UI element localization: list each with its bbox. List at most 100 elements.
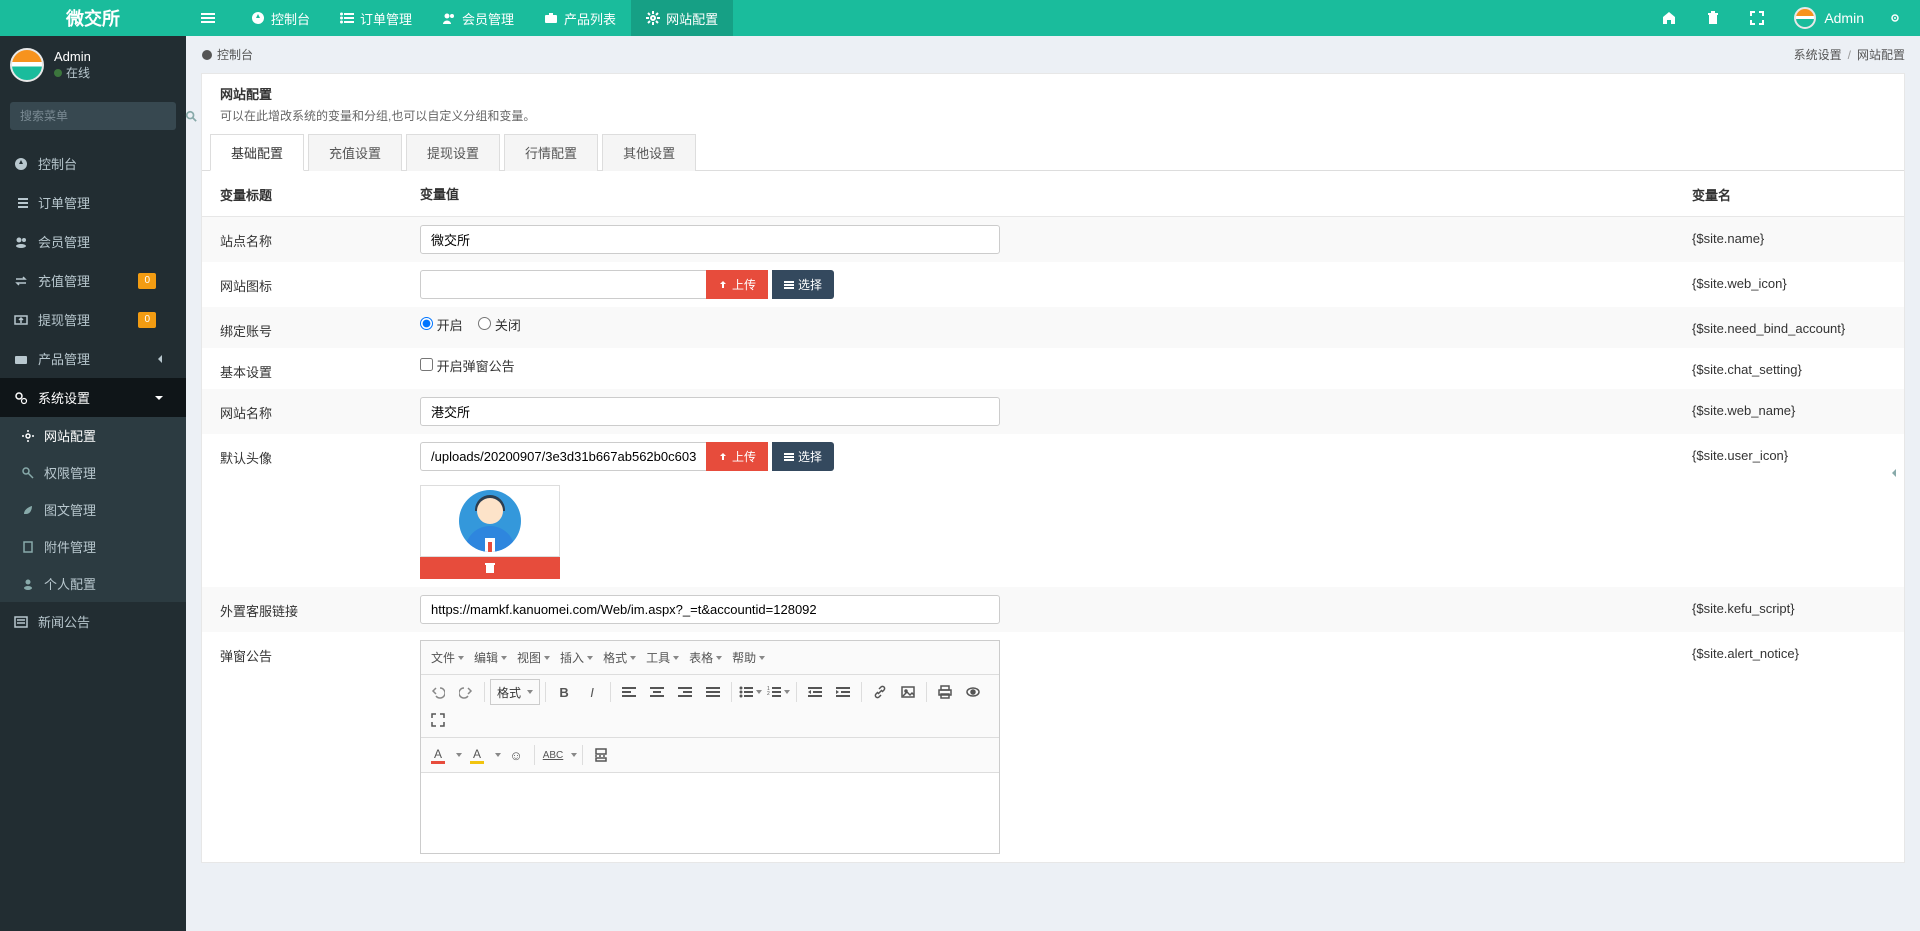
- nav-settings[interactable]: [1876, 0, 1920, 36]
- radio-on[interactable]: [420, 317, 433, 330]
- checkbox-popup[interactable]: [420, 358, 433, 371]
- breadcrumb-home[interactable]: 控制台: [217, 46, 253, 63]
- user-icon-input[interactable]: [420, 442, 706, 471]
- sidebar-item-orders[interactable]: 订单管理: [0, 183, 186, 222]
- sidebar-item-dashboard[interactable]: 控制台: [0, 144, 186, 183]
- emoji-button[interactable]: ☺: [503, 742, 529, 768]
- radio-off[interactable]: [478, 317, 491, 330]
- align-left-button[interactable]: [616, 679, 642, 705]
- editor-menu-edit[interactable]: 编辑: [470, 645, 511, 670]
- outdent-button[interactable]: [802, 679, 828, 705]
- tab-recharge[interactable]: 充值设置: [308, 134, 402, 171]
- radio-on-label[interactable]: 开启: [420, 318, 463, 333]
- bold-button[interactable]: B: [551, 679, 577, 705]
- sidebar-search: [10, 102, 176, 130]
- number-list-button[interactable]: 12: [765, 679, 791, 705]
- panel-desc: 可以在此增改系统的变量和分组,也可以自定义分组和变量。: [220, 107, 1886, 124]
- upload-button[interactable]: 上传: [706, 270, 768, 299]
- editor-menu-insert[interactable]: 插入: [556, 645, 597, 670]
- editor-menu-view[interactable]: 视图: [513, 645, 554, 670]
- config-var: {$site.alert_notice}: [1674, 632, 1904, 862]
- config-label: 基本设置: [202, 348, 402, 389]
- bullet-list-button[interactable]: [737, 679, 763, 705]
- dashboard-icon: [14, 157, 28, 171]
- spellcheck-button[interactable]: ABC: [540, 742, 566, 768]
- indent-button[interactable]: [830, 679, 856, 705]
- redo-button[interactable]: [453, 679, 479, 705]
- choose-button[interactable]: 选择: [772, 442, 834, 471]
- nav-members[interactable]: 会员管理: [427, 0, 529, 36]
- sidebar-toggle[interactable]: [186, 0, 236, 36]
- tab-basic[interactable]: 基础配置: [210, 134, 304, 171]
- undo-button[interactable]: [425, 679, 451, 705]
- row-kefu: 外置客服链接 {$site.kefu_script}: [202, 587, 1904, 632]
- config-label: 绑定账号: [202, 307, 402, 348]
- editor-body[interactable]: [421, 773, 999, 853]
- format-select[interactable]: 格式: [490, 679, 540, 705]
- italic-button[interactable]: I: [579, 679, 605, 705]
- image-button[interactable]: [895, 679, 921, 705]
- link-button[interactable]: [867, 679, 893, 705]
- site-name-input[interactable]: [420, 225, 1000, 254]
- nav-fullscreen[interactable]: [1738, 0, 1782, 36]
- fullscreen-button[interactable]: [425, 707, 451, 733]
- sidebar-sub-permission[interactable]: 权限管理: [0, 454, 186, 491]
- preview-button[interactable]: [960, 679, 986, 705]
- expand-icon: [1750, 11, 1764, 25]
- nav-home[interactable]: [1650, 0, 1694, 36]
- tab-withdraw[interactable]: 提现设置: [406, 134, 500, 171]
- brand-logo[interactable]: 微交所: [0, 0, 186, 36]
- avatar-icon: [1794, 7, 1816, 29]
- checkbox-popup-label[interactable]: 开启弹窗公告: [420, 359, 515, 374]
- caret-down-icon: [458, 656, 464, 660]
- delete-avatar-button[interactable]: [420, 557, 560, 579]
- sidebar-sub-siteconfig[interactable]: 网站配置: [0, 417, 186, 454]
- pagebreak-button[interactable]: [588, 742, 614, 768]
- content-area: 控制台 系统设置 / 网站配置 网站配置 可以在此增改系统的变量和分组,也可以自…: [186, 36, 1920, 931]
- bg-color-button[interactable]: A: [464, 742, 490, 768]
- sidebar-sub-profile[interactable]: 个人配置: [0, 565, 186, 602]
- avatar-preview: [420, 485, 560, 557]
- search-input[interactable]: [10, 102, 185, 130]
- editor-menu-file[interactable]: 文件: [427, 645, 468, 670]
- editor-menu-tools[interactable]: 工具: [642, 645, 683, 670]
- nav-user[interactable]: Admin: [1782, 0, 1876, 36]
- tab-other[interactable]: 其他设置: [602, 134, 696, 171]
- nav-orders[interactable]: 订单管理: [325, 0, 427, 36]
- breadcrumb-link[interactable]: 系统设置: [1794, 46, 1842, 63]
- upload-button[interactable]: 上传: [706, 442, 768, 471]
- nav-trash[interactable]: [1694, 0, 1738, 36]
- print-button[interactable]: [932, 679, 958, 705]
- sidebar-item-system[interactable]: 系统设置: [0, 378, 186, 417]
- web-icon-input[interactable]: [420, 270, 706, 299]
- kefu-input[interactable]: [420, 595, 1000, 624]
- row-chat-setting: 基本设置 开启弹窗公告 {$site.chat_setting}: [202, 348, 1904, 389]
- nav-site-config[interactable]: 网站配置: [631, 0, 733, 36]
- editor-menu-help[interactable]: 帮助: [728, 645, 769, 670]
- nav-dashboard[interactable]: 控制台: [236, 0, 325, 36]
- sidebar-item-members[interactable]: 会员管理: [0, 222, 186, 261]
- home-icon: [1662, 11, 1676, 25]
- align-center-button[interactable]: [644, 679, 670, 705]
- svg-text:2: 2: [767, 691, 770, 697]
- align-right-button[interactable]: [672, 679, 698, 705]
- sidebar-item-label: 控制台: [38, 154, 77, 173]
- sidebar-item-products[interactable]: 产品管理: [0, 339, 186, 378]
- nav-products[interactable]: 产品列表: [529, 0, 631, 36]
- list-icon: [340, 11, 354, 25]
- sidebar-sub-articles[interactable]: 图文管理: [0, 491, 186, 528]
- web-name-input[interactable]: [420, 397, 1000, 426]
- sidebar-item-withdraw[interactable]: 提现管理0: [0, 300, 186, 339]
- editor-menu-table[interactable]: 表格: [685, 645, 726, 670]
- align-justify-button[interactable]: [700, 679, 726, 705]
- sidebar-sub-attachments[interactable]: 附件管理: [0, 528, 186, 565]
- sidebar-item-recharge[interactable]: 充值管理0: [0, 261, 186, 300]
- editor-menu-format[interactable]: 格式: [599, 645, 640, 670]
- radio-off-label[interactable]: 关闭: [478, 318, 521, 333]
- config-var: {$site.web_icon}: [1674, 262, 1904, 307]
- choose-button[interactable]: 选择: [772, 270, 834, 299]
- user-status: 在线: [54, 64, 91, 81]
- tab-market[interactable]: 行情配置: [504, 134, 598, 171]
- text-color-button[interactable]: A: [425, 742, 451, 768]
- sidebar-item-news[interactable]: 新闻公告: [0, 602, 186, 641]
